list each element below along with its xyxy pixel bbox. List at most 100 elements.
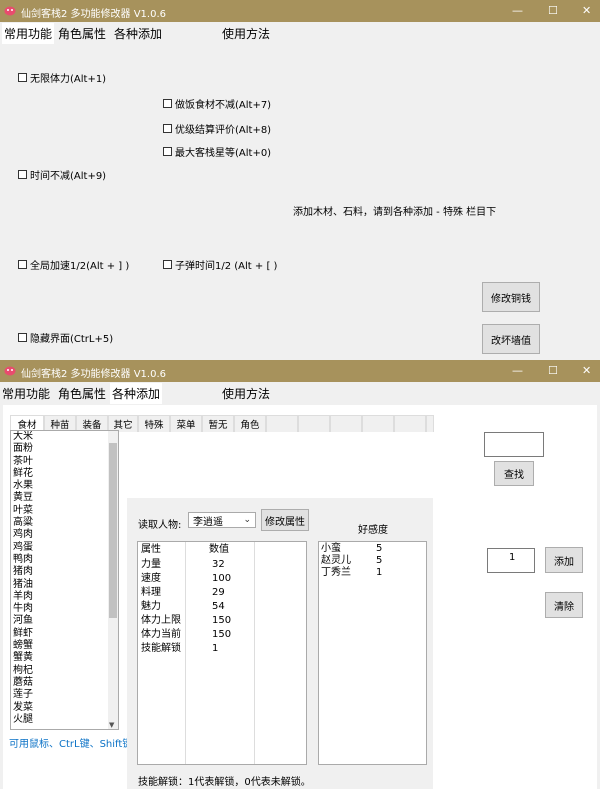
attribute-grid[interactable]: 属性 数值 力量 32 速度 100 料理 29 魅力 54 体力上限 150 体力当前 150 技能解… xyxy=(137,541,307,765)
minimize-icon[interactable]: — xyxy=(512,364,523,378)
table-row[interactable]: 体力当前 150 xyxy=(138,628,306,642)
list-item[interactable]: 猪肉 xyxy=(11,566,118,578)
close-icon[interactable]: ✕ xyxy=(582,364,591,378)
modify-wall-button[interactable]: 改坏墙值 xyxy=(482,324,540,354)
list-item[interactable]: 蘑菇 xyxy=(11,677,118,689)
list-item[interactable]: 水果 xyxy=(11,480,118,492)
list-item[interactable]: 鸭肉 xyxy=(11,554,118,566)
attr-value[interactable]: 150 xyxy=(212,614,231,628)
checkbox-box[interactable] xyxy=(18,333,27,342)
subtab-role[interactable]: 角色 xyxy=(234,415,266,432)
attr-value[interactable]: 54 xyxy=(212,600,225,614)
attr-value[interactable]: 1 xyxy=(212,642,218,656)
close-icon[interactable]: ✕ xyxy=(582,4,591,18)
checkbox-time-freeze[interactable]: 时间不减(Alt+9) xyxy=(18,167,106,182)
checkbox-box[interactable] xyxy=(163,99,172,108)
attr-value[interactable]: 29 xyxy=(212,586,225,600)
list-item[interactable]: 鸡肉 xyxy=(11,529,118,541)
tab-usage[interactable]: 使用方法 xyxy=(222,385,270,402)
clear-button[interactable]: 清除 xyxy=(545,592,583,618)
scrollbar-thumb[interactable] xyxy=(109,443,117,618)
attr-value[interactable]: 32 xyxy=(212,558,225,572)
attr-value[interactable]: 100 xyxy=(212,572,231,586)
list-item[interactable]: 鸡蛋 xyxy=(11,542,118,554)
modify-money-button[interactable]: 修改铜钱 xyxy=(482,282,540,312)
list-item[interactable]: 面粉 xyxy=(11,443,118,455)
checkbox-box[interactable] xyxy=(163,124,172,133)
table-row[interactable]: 赵灵儿 5 xyxy=(319,555,426,567)
list-item[interactable]: 羊肉 xyxy=(11,591,118,603)
subtab-special[interactable]: 特殊 xyxy=(138,415,170,432)
favor-label: 好感度 xyxy=(358,525,388,536)
checkbox-max-stars[interactable]: 最大客栈星等(Alt+0) xyxy=(163,144,271,159)
subtab-none[interactable]: 暂无 xyxy=(202,415,234,432)
checkbox-cooking-no-consume[interactable]: 做饭食材不减(Alt+7) xyxy=(163,96,271,111)
list-item[interactable]: 叶菜 xyxy=(11,505,118,517)
checkbox-box[interactable] xyxy=(18,260,27,269)
checkbox-box[interactable] xyxy=(18,73,27,82)
checkbox-global-speed[interactable]: 全局加速1/2(Alt + ] ) xyxy=(18,257,129,272)
list-item[interactable]: 猪油 xyxy=(11,579,118,591)
table-row[interactable]: 料理 29 xyxy=(138,586,306,600)
table-row[interactable]: 丁秀兰 1 xyxy=(319,567,426,579)
list-item[interactable]: 枸杞 xyxy=(11,665,118,677)
subtab-menu[interactable]: 菜单 xyxy=(170,415,202,432)
title-bar[interactable]: 仙剑客栈2 多功能修改器 V1.0.6 — ☐ ✕ xyxy=(0,0,600,22)
list-item[interactable]: 鲜虾 xyxy=(11,628,118,640)
attr-value[interactable]: 150 xyxy=(212,628,231,642)
tab-common[interactable]: 常用功能 xyxy=(2,23,55,44)
tab-usage[interactable]: 使用方法 xyxy=(222,25,270,42)
checkbox-bullet-time[interactable]: 子弹时间1/2 (Alt + [ ) xyxy=(163,257,277,272)
list-item[interactable]: 莲子 xyxy=(11,689,118,701)
attr-name: 速度 xyxy=(141,573,161,584)
table-row[interactable]: 力量 32 xyxy=(138,558,306,572)
modify-attributes-button[interactable]: 修改属性 xyxy=(261,509,309,531)
table-row[interactable]: 技能解锁 1 xyxy=(138,642,306,656)
list-item[interactable]: 黄豆 xyxy=(11,492,118,504)
maximize-icon[interactable]: ☐ xyxy=(548,364,558,378)
list-scrollbar[interactable]: ▼ xyxy=(108,431,118,729)
favor-value[interactable]: 5 xyxy=(376,555,382,567)
tab-add[interactable]: 各种添加 xyxy=(110,383,163,404)
favor-value[interactable]: 1 xyxy=(376,567,382,579)
attribute-header-row: 属性 数值 xyxy=(138,543,306,557)
search-input[interactable] xyxy=(484,432,544,457)
favor-value[interactable]: 5 xyxy=(376,543,382,555)
tab-common[interactable]: 常用功能 xyxy=(2,385,50,402)
title-bar[interactable]: 仙剑客栈2 多功能修改器 V1.0.6 — ☐ ✕ xyxy=(0,360,600,382)
table-row[interactable]: 魅力 54 xyxy=(138,600,306,614)
tab-character[interactable]: 角色属性 xyxy=(58,385,106,402)
wood-stone-note: 添加木材、石料，请到各种添加 - 特殊 栏目下 xyxy=(293,207,497,218)
add-button[interactable]: 添加 xyxy=(545,547,583,573)
checkbox-box[interactable] xyxy=(18,170,27,179)
checkbox-box[interactable] xyxy=(163,147,172,156)
checkbox-box[interactable] xyxy=(163,260,172,269)
checkbox-best-rating[interactable]: 优级结算评价(Alt+8) xyxy=(163,121,271,136)
list-item[interactable]: 大米 xyxy=(11,431,118,443)
minimize-icon[interactable]: — xyxy=(512,4,523,18)
tab-add[interactable]: 各种添加 xyxy=(114,25,162,42)
list-item[interactable]: 鲜花 xyxy=(11,468,118,480)
search-button[interactable]: 查找 xyxy=(494,461,534,486)
table-row[interactable]: 体力上限 150 xyxy=(138,614,306,628)
favor-grid[interactable]: 小蛮 5 赵灵儿 5 丁秀兰 1 xyxy=(318,541,427,765)
list-item[interactable]: 螃蟹 xyxy=(11,640,118,652)
list-item[interactable]: 蟹黄 xyxy=(11,652,118,664)
subtab-empty xyxy=(394,415,426,432)
list-item[interactable]: 发菜 xyxy=(11,702,118,714)
ingredient-list[interactable]: 大米 面粉 茶叶 鲜花 水果 黄豆 叶菜 高粱 鸡肉 鸡蛋 鸭肉 猪肉 猪油 羊肉 牛肉 河鱼 鲜虾 螃蟹 蟹黄 枸杞… xyxy=(10,430,119,730)
list-item[interactable]: 茶叶 xyxy=(11,456,118,468)
list-item[interactable]: 高粱 xyxy=(11,517,118,529)
table-row[interactable]: 小蛮 5 xyxy=(319,543,426,555)
checkbox-infinite-stamina[interactable]: 无限体力(Alt+1) xyxy=(18,70,106,85)
checkbox-hide-ui[interactable]: 隐藏界面(CtrL+5) xyxy=(18,330,113,345)
list-item[interactable]: 河鱼 xyxy=(11,615,118,627)
tab-character[interactable]: 角色属性 xyxy=(58,25,106,42)
quantity-input[interactable]: 1 xyxy=(487,548,535,573)
maximize-icon[interactable]: ☐ xyxy=(548,4,558,18)
chevron-down-icon[interactable]: ▼ xyxy=(109,721,114,729)
character-select[interactable]: 李逍遥 ⌄ xyxy=(188,512,256,528)
list-item[interactable]: 牛肉 xyxy=(11,603,118,615)
table-row[interactable]: 速度 100 xyxy=(138,572,306,586)
list-item[interactable]: 火腿 xyxy=(11,714,118,726)
